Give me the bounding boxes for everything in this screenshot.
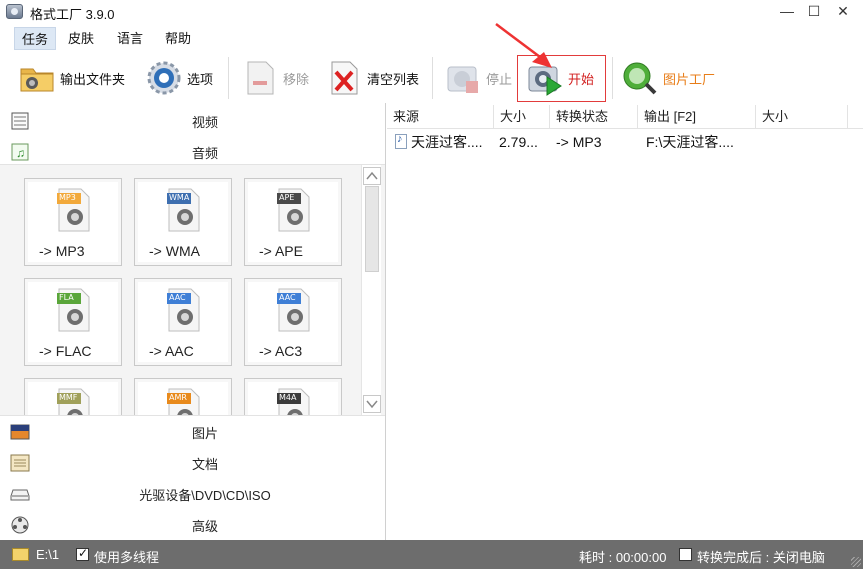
app-logo-icon xyxy=(6,4,23,19)
row-status: -> MP3 xyxy=(556,134,602,150)
toolbar-divider xyxy=(432,57,433,99)
category-advanced[interactable]: 高级 xyxy=(0,509,385,540)
category-optical[interactable]: 光驱设备\DVD\CD\ISO xyxy=(0,478,385,509)
column-output-size[interactable]: 大小 xyxy=(756,105,848,129)
toolbar-divider xyxy=(228,57,229,99)
grid-scrollbar[interactable] xyxy=(361,165,381,415)
output-folder-label: 输出文件夹 xyxy=(60,71,126,87)
column-source[interactable]: 来源 xyxy=(387,105,494,129)
options-button[interactable]: 选项 xyxy=(142,55,216,101)
category-panel: 视频 ♫ 音频 MP3 -> MP3 WMA -> WMA APE -> APE FLA ->… xyxy=(0,103,386,540)
clear-list-button[interactable]: 清空列表 xyxy=(322,55,422,101)
format-badge: MMF xyxy=(59,393,78,402)
audio-file-icon xyxy=(395,133,407,149)
row-source: 天涯过客.... xyxy=(411,134,483,150)
format-tile[interactable]: APE -> APE xyxy=(244,178,342,266)
clear-list-label: 清空列表 xyxy=(367,71,420,87)
scroll-thumb[interactable] xyxy=(365,186,379,272)
output-folder-button[interactable]: 输出文件夹 xyxy=(15,55,128,101)
shutdown-after-label: 转换完成后 : 关闭电脑 xyxy=(697,550,825,565)
category-video-label: 视频 xyxy=(191,115,218,130)
table-row[interactable]: 天涯过客.... 2.79... -> MP3 F:\天涯过客.... xyxy=(387,130,863,154)
format-badge: APE xyxy=(279,193,295,202)
row-size: 2.79... xyxy=(499,134,538,150)
format-badge: FLA xyxy=(59,293,74,302)
picture-factory-button[interactable]: 图片工厂 xyxy=(618,55,718,101)
format-badge: WMA xyxy=(169,193,190,202)
clear-list-icon xyxy=(325,59,363,97)
format-tile[interactable]: AAC -> AC3 xyxy=(244,278,342,366)
category-document-label: 文档 xyxy=(191,457,218,472)
format-badge: AMR xyxy=(169,393,187,402)
row-output: F:\天涯过客.... xyxy=(646,134,734,150)
close-button[interactable]: ✕ xyxy=(826,0,860,24)
shutdown-after-checkbox[interactable] xyxy=(679,548,692,561)
column-status[interactable]: 转换状态 xyxy=(550,105,638,129)
task-list-panel: 来源 大小 转换状态 输出 [F2] 大小 天涯过客.... 2.79... -… xyxy=(387,103,863,540)
chevron-down-icon xyxy=(366,400,378,409)
format-tile-label: -> MP3 xyxy=(39,243,85,259)
row-output-size xyxy=(762,130,848,154)
scroll-up-button[interactable] xyxy=(363,167,381,185)
format-tile[interactable]: MMF xyxy=(24,378,122,415)
gear-icon xyxy=(145,59,183,97)
format-tile-label: -> APE xyxy=(259,243,303,259)
menu-task[interactable]: 任务 xyxy=(14,27,57,50)
multithread-label: 使用多线程 xyxy=(94,550,160,565)
remove-button[interactable]: 移除 xyxy=(238,55,312,101)
multithread-checkbox[interactable] xyxy=(76,546,89,561)
annotation-arrow-icon xyxy=(495,23,552,68)
format-tile-label: -> FLAC xyxy=(39,343,92,359)
category-document[interactable]: 文档 xyxy=(0,447,385,478)
format-tile-label: -> AC3 xyxy=(259,343,303,359)
format-tile[interactable]: FLA -> FLAC xyxy=(24,278,122,366)
window-title: 格式工厂 3.9.0 xyxy=(30,7,115,22)
format-tile[interactable]: AAC -> AAC xyxy=(134,278,232,366)
scroll-down-button[interactable] xyxy=(363,395,381,413)
toolbar: 输出文件夹 选项 移除 清空列表 停止 开始 图片工厂 xyxy=(0,51,863,103)
elapsed-time: 耗时 : 00:00:00 xyxy=(579,550,667,565)
format-badge: M4A xyxy=(279,393,297,402)
menu-language[interactable]: 语言 xyxy=(110,27,150,50)
drive-status-icon xyxy=(12,548,29,561)
format-badge: AAC xyxy=(169,293,186,302)
audio-format-grid: MP3 -> MP3 WMA -> WMA APE -> APE FLA -> FLAC AAC… xyxy=(0,164,385,416)
resize-grip[interactable] xyxy=(851,557,861,567)
folder-icon xyxy=(18,59,56,97)
status-bar: E:\1 使用多线程 耗时 : 00:00:00 转换完成后 : 关闭电脑 xyxy=(0,540,863,569)
menu-skin[interactable]: 皮肤 xyxy=(61,27,101,50)
drive-path: E:\1 xyxy=(36,547,60,562)
category-video[interactable]: 视频 xyxy=(0,105,385,136)
format-badge: AAC xyxy=(279,293,296,302)
format-tile-label: -> AAC xyxy=(149,343,194,359)
category-audio[interactable]: ♫ 音频 xyxy=(0,136,385,167)
format-tile[interactable]: AMR xyxy=(134,378,232,415)
toolbar-divider xyxy=(612,57,613,99)
table-header: 来源 大小 转换状态 输出 [F2] 大小 xyxy=(387,105,863,129)
picture-factory-label: 图片工厂 xyxy=(663,71,716,87)
format-tile[interactable]: WMA -> WMA xyxy=(134,178,232,266)
category-audio-label: 音频 xyxy=(191,146,218,161)
format-tile-label: -> WMA xyxy=(149,243,200,259)
title-bar: 格式工厂 3.9.0 — ☐ ✕ xyxy=(0,0,863,24)
category-picture-label: 图片 xyxy=(191,426,218,441)
column-output[interactable]: 输出 [F2] xyxy=(638,105,756,129)
remove-label: 移除 xyxy=(283,71,310,87)
category-optical-label: 光驱设备\DVD\CD\ISO xyxy=(139,488,271,503)
format-tile[interactable]: MP3 -> MP3 xyxy=(24,178,122,266)
stop-icon xyxy=(444,59,482,97)
category-picture[interactable]: 图片 xyxy=(0,416,385,447)
picture-factory-icon xyxy=(621,59,659,97)
chevron-up-icon xyxy=(366,171,378,180)
column-size[interactable]: 大小 xyxy=(494,105,550,129)
options-label: 选项 xyxy=(187,71,214,87)
menu-bar: 任务 皮肤 语言 帮助 xyxy=(0,26,863,50)
format-badge: MP3 xyxy=(59,193,76,202)
format-tile[interactable]: M4A xyxy=(244,378,342,415)
category-advanced-label: 高级 xyxy=(191,519,218,534)
menu-help[interactable]: 帮助 xyxy=(158,27,198,50)
remove-doc-icon xyxy=(241,59,279,97)
